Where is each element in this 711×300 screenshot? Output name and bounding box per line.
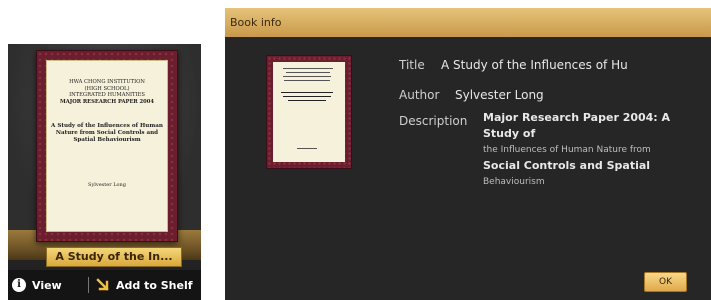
info-icon: i <box>12 278 26 292</box>
dialog-header: Book info <box>225 8 711 37</box>
description-line-2: the Influences of Human Nature from <box>483 145 651 155</box>
action-divider <box>88 277 89 293</box>
description-line-4: Behaviourism <box>483 177 545 187</box>
book-info-dialog: Book info Title A Study of the Influence… <box>225 8 711 300</box>
title-label: Title <box>399 58 425 72</box>
ok-button[interactable]: OK <box>644 272 687 292</box>
description-label: Description <box>399 114 468 128</box>
view-label: View <box>32 278 62 292</box>
shelf-action-bar: i View Add to Shelf <box>8 270 201 300</box>
dialog-title: Book info <box>230 16 282 29</box>
arrow-down-right-icon <box>96 278 109 291</box>
author-label: Author <box>399 88 440 102</box>
title-value: A Study of the Influences of Hu <box>441 58 628 72</box>
add-to-shelf-button[interactable]: Add to Shelf <box>96 270 193 300</box>
author-value: Sylvester Long <box>455 88 544 102</box>
cover-author: Sylvester Long <box>88 182 126 188</box>
book-cover-page: HWA CHONG INSTITUTION (HIGH SCHOOL) INTE… <box>46 60 168 232</box>
description-line-1: Major Research Paper 2004: A Study of <box>483 111 671 140</box>
thumbnail-page <box>273 62 345 162</box>
description-line-3: Social Controls and Spatial <box>483 159 651 172</box>
add-to-shelf-label: Add to Shelf <box>116 278 193 292</box>
description-value: Major Research Paper 2004: A Study of th… <box>483 110 683 190</box>
book-cover[interactable]: HWA CHONG INSTITUTION (HIGH SCHOOL) INTE… <box>36 50 178 242</box>
book-thumbnail <box>266 55 352 169</box>
book-title-strip: A Study of the In... <box>46 247 182 267</box>
cover-title: A Study of the Influences of Human Natur… <box>51 123 163 143</box>
bookshelf-card: HWA CHONG INSTITUTION (HIGH SCHOOL) INTE… <box>8 44 201 300</box>
cover-paper-type: MAJOR RESEARCH PAPER 2004 <box>60 98 154 105</box>
view-button[interactable]: i View <box>12 270 62 300</box>
